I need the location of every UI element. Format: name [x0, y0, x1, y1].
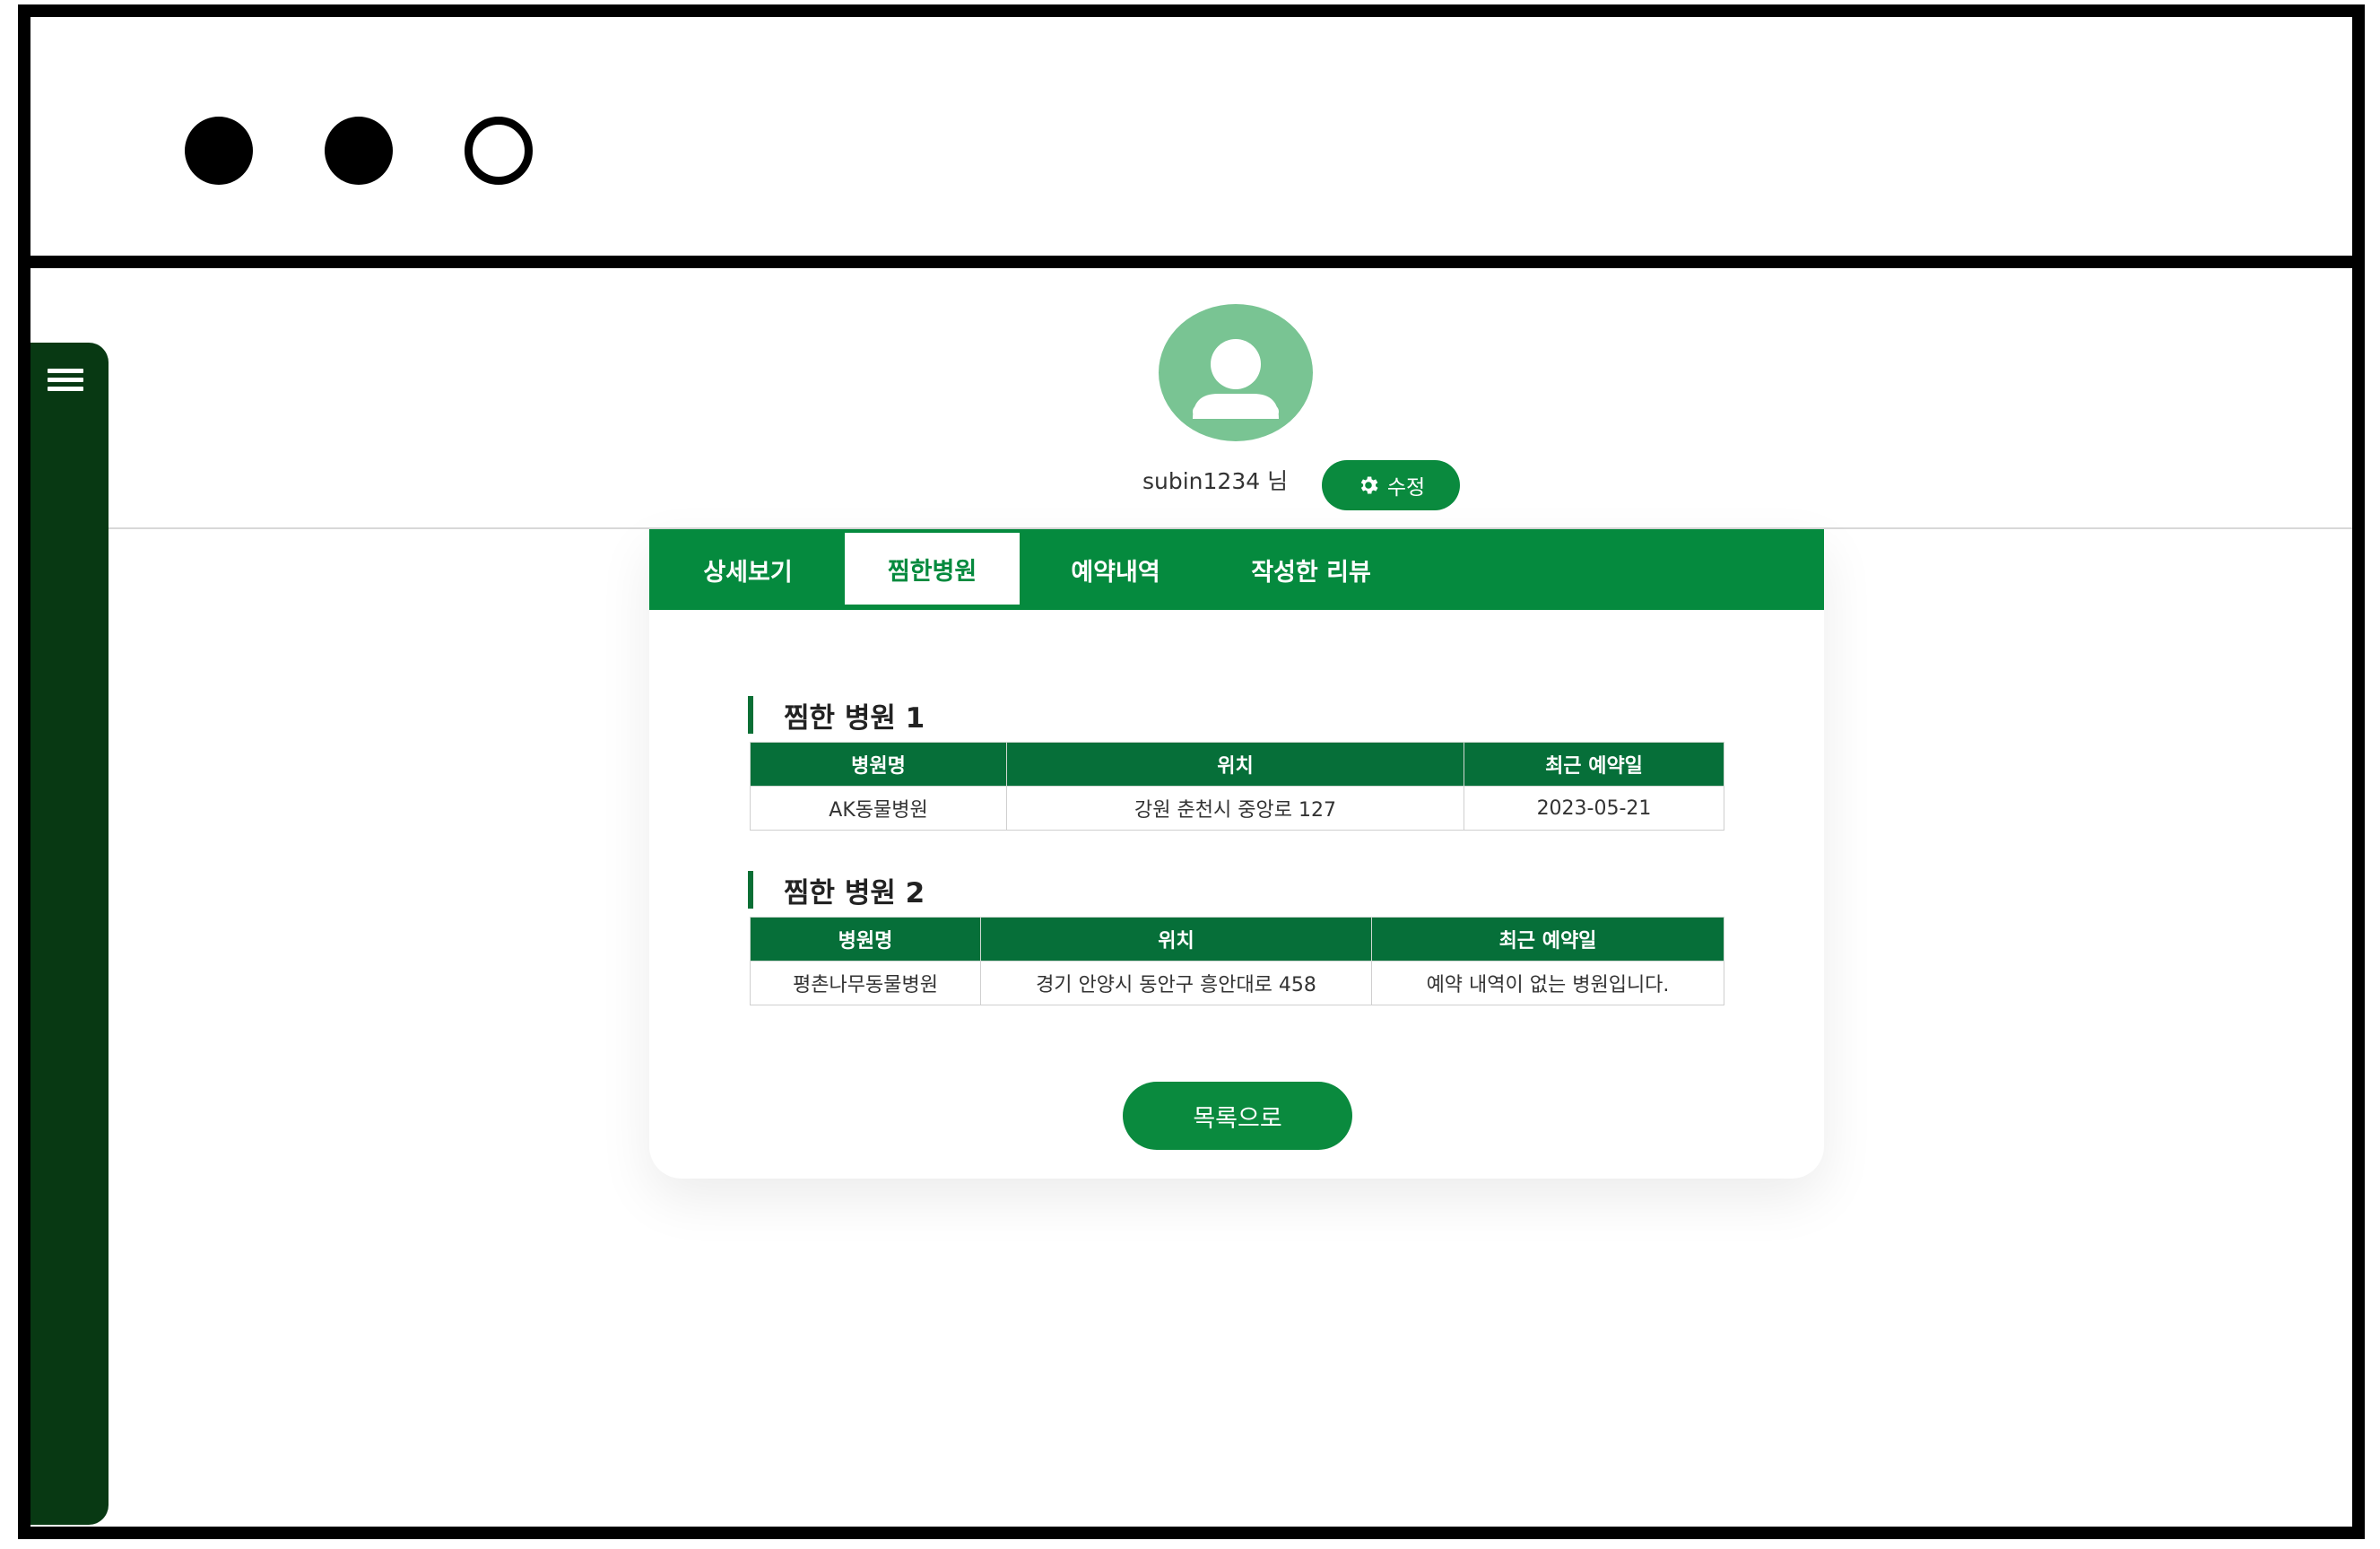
hospital-name-cell: 평촌나무동물병원: [750, 961, 981, 1005]
column-header-recent-reservation: 최근 예약일: [1371, 917, 1724, 962]
location-cell: 강원 춘천시 중앙로 127: [1006, 786, 1464, 831]
table-row: AK동물병원 강원 춘천시 중앙로 127 2023-05-21: [750, 786, 1724, 831]
favorite-hospital-2-title: 찜한 병원 2: [748, 871, 925, 909]
favorite-hospital-1-table: 병원명 위치 최근 예약일 AK동물병원 강원 춘천시 중앙로 127 2023…: [750, 742, 1724, 831]
hospital-name-cell: AK동물병원: [750, 786, 1007, 831]
user-icon: [1193, 339, 1279, 419]
browser-window: subin1234 님 수정 상세보기 찜한병원 예약내역 작성한 리뷰 찜한 …: [18, 4, 2365, 1539]
window-titlebar: [30, 17, 2352, 268]
tab-my-reviews[interactable]: 작성한 리뷰: [1212, 529, 1410, 610]
column-header-hospital-name: 병원명: [750, 917, 981, 962]
hamburger-menu-icon[interactable]: [48, 369, 83, 392]
edit-button-label: 수정: [1386, 476, 1426, 500]
column-header-recent-reservation: 최근 예약일: [1464, 742, 1724, 787]
window-dot-2[interactable]: [325, 117, 393, 185]
avatar: [1159, 304, 1313, 441]
back-to-list-button[interactable]: 목록으로: [1123, 1082, 1352, 1150]
location-cell: 경기 안양시 동안구 흥안대로 458: [980, 961, 1372, 1005]
column-header-location: 위치: [1006, 742, 1464, 787]
window-dot-1[interactable]: [185, 117, 253, 185]
recent-reservation-cell: 예약 내역이 없는 병원입니다.: [1371, 961, 1724, 1005]
sidebar: [30, 343, 109, 1525]
column-header-hospital-name: 병원명: [750, 742, 1007, 787]
table-row: 평촌나무동물병원 경기 안양시 동안구 흥안대로 458 예약 내역이 없는 병…: [750, 961, 1724, 1005]
recent-reservation-cell: 2023-05-21: [1464, 786, 1724, 831]
favorite-hospital-2-table: 병원명 위치 최근 예약일 평촌나무동물병원 경기 안양시 동안구 흥안대로 4…: [750, 917, 1724, 1005]
tab-bar: 상세보기 찜한병원 예약내역 작성한 리뷰: [649, 529, 1824, 610]
tab-details[interactable]: 상세보기: [667, 529, 829, 610]
table-header-row: 병원명 위치 최근 예약일: [750, 742, 1724, 787]
username-label: subin1234 님: [1142, 468, 1289, 494]
favorite-hospital-1-title: 찜한 병원 1: [748, 696, 925, 735]
page-content: subin1234 님 수정 상세보기 찜한병원 예약내역 작성한 리뷰 찜한 …: [30, 268, 2352, 1527]
gear-icon: [1360, 476, 1378, 494]
tab-favorite-hospitals[interactable]: 찜한병원: [845, 533, 1020, 605]
tab-reservations[interactable]: 예약내역: [1035, 529, 1196, 610]
edit-profile-button[interactable]: 수정: [1322, 460, 1460, 510]
column-header-location: 위치: [980, 917, 1372, 962]
table-header-row: 병원명 위치 최근 예약일: [750, 917, 1724, 962]
window-dot-3[interactable]: [465, 117, 533, 185]
